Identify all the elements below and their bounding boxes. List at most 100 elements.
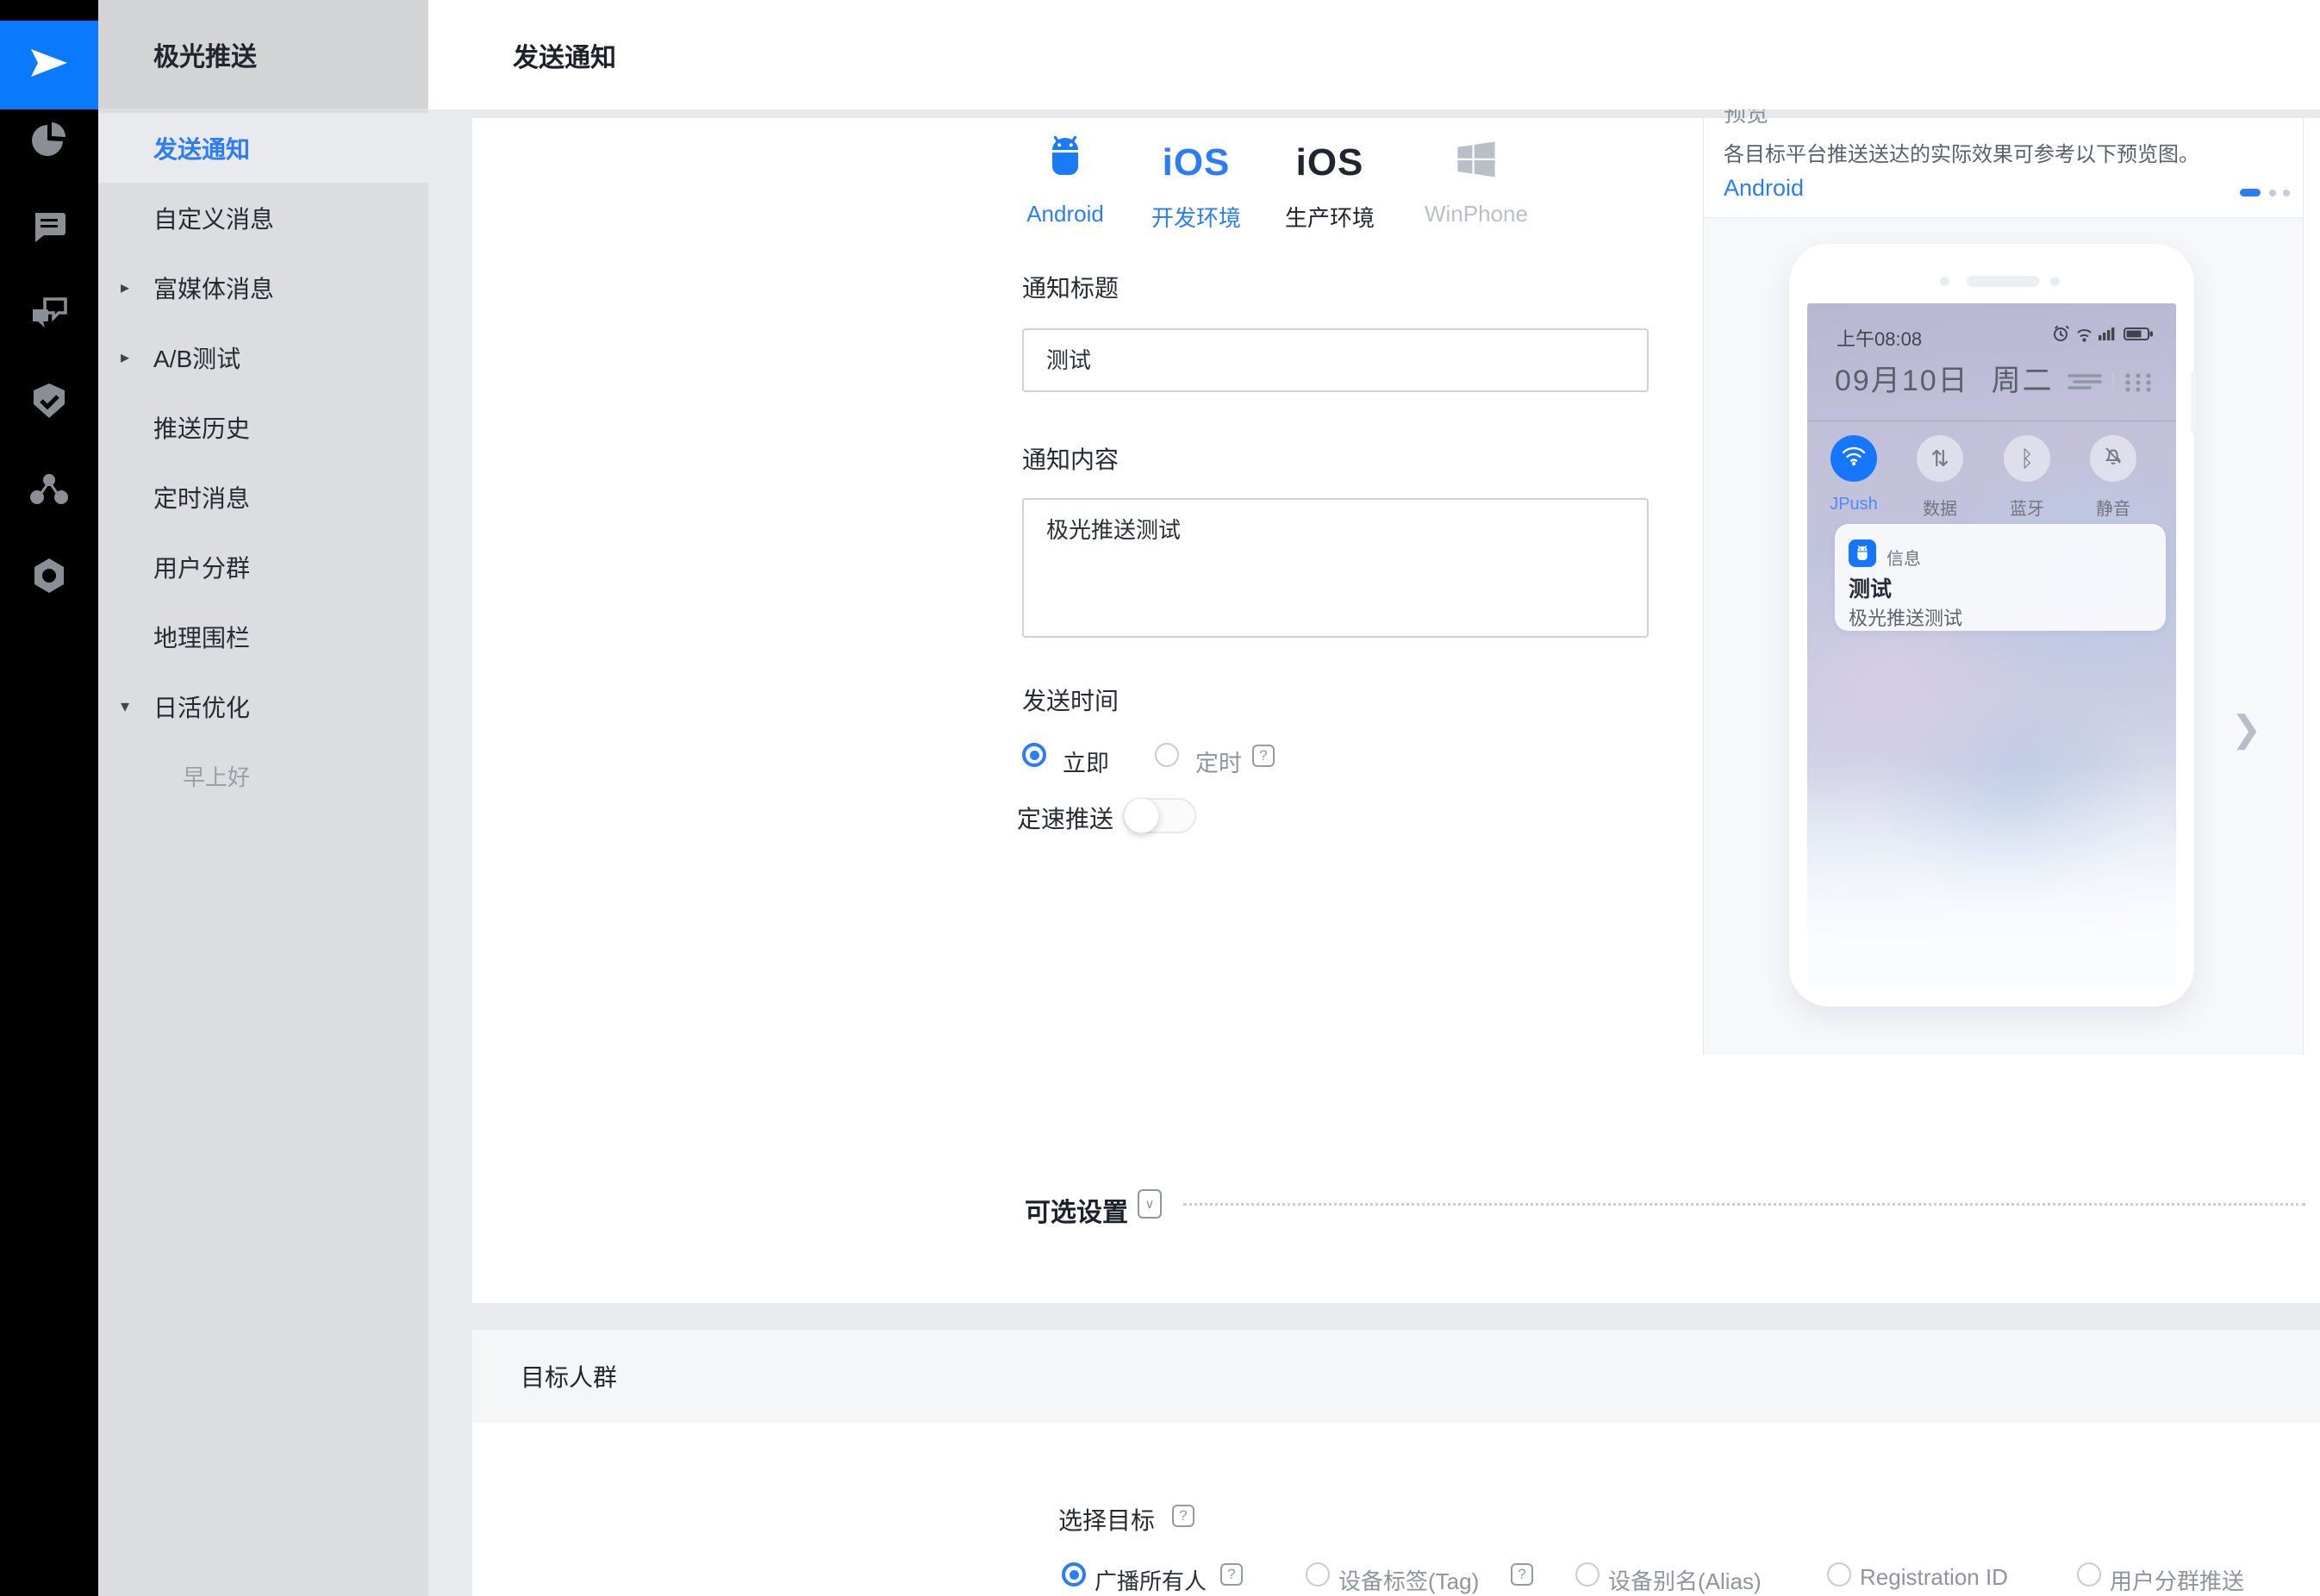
rail-item-im[interactable] bbox=[0, 292, 98, 340]
rail-item-share[interactable] bbox=[0, 466, 98, 514]
help-icon[interactable] bbox=[1511, 1563, 1533, 1586]
notification-app-name: 信息 bbox=[1887, 545, 1921, 570]
radio-broadcast-all[interactable] bbox=[1062, 1562, 1086, 1587]
notification-title-input[interactable]: 测试 bbox=[1022, 328, 1649, 392]
notification-title-value: 测试 bbox=[1046, 347, 1091, 373]
bell-off-icon bbox=[2102, 445, 2124, 473]
dotted-divider bbox=[1183, 1203, 2305, 1206]
weekday-text: 周二 bbox=[1992, 365, 2054, 397]
list-grid-icons bbox=[2064, 369, 2161, 399]
bluetooth-icon: ᛒ bbox=[2020, 446, 2034, 472]
sensor-dot bbox=[2050, 277, 2060, 286]
sidebar-item-scheduled-message[interactable]: 定时消息 bbox=[98, 462, 428, 532]
sidebar-item-label: 早上好 bbox=[183, 760, 250, 792]
rate-push-toggle[interactable] bbox=[1123, 798, 1196, 833]
rail-item-settings[interactable] bbox=[0, 553, 98, 602]
chevron-right-icon: ▸ bbox=[121, 346, 129, 368]
bluetooth-toggle: ᛒ bbox=[2004, 435, 2050, 482]
sidebar-item-user-segment[interactable]: 用户分群 bbox=[98, 532, 428, 602]
toggle-label: JPush bbox=[1811, 495, 1897, 514]
chevron-down-icon[interactable] bbox=[1138, 1189, 1162, 1219]
screen-date: 09月10日周二 bbox=[1835, 357, 2054, 399]
volume-button bbox=[2191, 371, 2196, 433]
jpush-logo[interactable] bbox=[0, 21, 98, 109]
carousel-dot[interactable] bbox=[2283, 190, 2290, 196]
sidebar-item-send-notification[interactable]: 发送通知 bbox=[98, 113, 428, 183]
sidebar-item-label: 地理围栏 bbox=[153, 620, 250, 654]
camera-dot bbox=[1940, 277, 1949, 286]
radio-device-tag[interactable] bbox=[1306, 1562, 1330, 1587]
radio-immediate[interactable] bbox=[1022, 743, 1046, 767]
radio-immediate-label: 立即 bbox=[1063, 745, 1109, 778]
page-header: 发送通知 bbox=[428, 0, 2320, 109]
help-icon[interactable] bbox=[1220, 1563, 1243, 1586]
tab-ios-prod[interactable]: iOS 生产环境 bbox=[1257, 125, 1403, 228]
send-icon bbox=[29, 46, 69, 84]
radio-device-alias[interactable] bbox=[1575, 1562, 1600, 1587]
sidebar-item-label: A/B测试 bbox=[153, 340, 240, 375]
notification-content-input[interactable]: 极光推送测试 bbox=[1022, 498, 1649, 638]
android-app-icon bbox=[1849, 539, 1876, 567]
chevron-down-icon: ▾ bbox=[121, 695, 129, 717]
wifi-icon bbox=[1840, 445, 1868, 473]
mute-toggle bbox=[2090, 435, 2136, 482]
help-icon[interactable] bbox=[1172, 1505, 1194, 1527]
tab-winphone[interactable]: WinPhone bbox=[1403, 125, 1550, 228]
sidebar-item-label: 定时消息 bbox=[153, 480, 250, 514]
sidebar-item-label: 推送历史 bbox=[153, 410, 250, 445]
tab-label: 开发环境 bbox=[1123, 201, 1269, 233]
sidebar-item-label: 富媒体消息 bbox=[153, 271, 274, 305]
jpush-wifi-toggle bbox=[1830, 435, 1877, 482]
rail-item-security[interactable] bbox=[0, 378, 98, 427]
radio-user-segment-push[interactable] bbox=[2077, 1562, 2101, 1587]
windows-icon bbox=[1403, 125, 1550, 182]
data-arrows-icon: ⇅ bbox=[1930, 446, 1949, 472]
notification-card: Android iOS 开发环境 iOS 生产环境 WinPhone 通知标题 bbox=[472, 118, 2320, 1303]
audience-card: 目标人群 选择目标 广播所有人 设备标签(Tag) 设备别名(Alias) Re… bbox=[472, 1330, 2320, 1596]
radio-scheduled-label: 定时 bbox=[1195, 745, 1242, 778]
status-time: 上午08:08 bbox=[1837, 324, 1922, 352]
page-title: 发送通知 bbox=[513, 0, 616, 109]
shield-check-icon bbox=[28, 380, 70, 426]
sidebar-item-label: 自定义消息 bbox=[153, 201, 274, 235]
sidebar-item-rich-media[interactable]: ▸ 富媒体消息 bbox=[98, 252, 428, 322]
carousel-dot[interactable] bbox=[2269, 190, 2276, 196]
tab-label: Android bbox=[992, 201, 1138, 228]
carousel-next-icon[interactable]: ❯ bbox=[2231, 708, 2261, 750]
radio-scheduled[interactable] bbox=[1155, 743, 1179, 767]
phone-mockup: 上午08:08 bbox=[1789, 244, 2194, 1007]
radio-registration-id[interactable] bbox=[1827, 1562, 1851, 1587]
carousel-dash-active[interactable] bbox=[2240, 189, 2261, 196]
sidebar-item-push-history[interactable]: 推送历史 bbox=[98, 392, 428, 462]
ios-text-icon: iOS bbox=[1296, 144, 1364, 182]
date-text: 09月10日 bbox=[1835, 365, 1969, 397]
sidebar-item-geofence[interactable]: 地理围栏 bbox=[98, 602, 428, 671]
sidebar-item-ab-test[interactable]: ▸ A/B测试 bbox=[98, 322, 428, 392]
radio-broadcast-all-label: 广播所有人 bbox=[1095, 1564, 1207, 1596]
tab-ios-dev[interactable]: iOS 开发环境 bbox=[1123, 125, 1269, 228]
app-rail bbox=[0, 0, 98, 1596]
rate-push-label: 定速推送 bbox=[1017, 801, 1113, 835]
preview-description: 各目标平台推送送达的实际效果可参考以下预览图。 bbox=[1724, 137, 2199, 167]
sidebar-item-dau-optimization[interactable]: ▾ 日活优化 bbox=[98, 671, 428, 741]
phone-screen: 上午08:08 bbox=[1807, 303, 2176, 987]
sidebar-item-custom-message[interactable]: 自定义消息 bbox=[98, 183, 428, 252]
chat-bubbles-icon bbox=[28, 296, 71, 338]
android-icon bbox=[992, 125, 1138, 182]
sidebar-item-good-morning[interactable]: 早上好 bbox=[98, 741, 428, 811]
preview-panel: 预览 各目标平台推送送达的实际效果可参考以下预览图。 Android 上 bbox=[1703, 118, 2304, 1055]
speaker-bar bbox=[1967, 276, 2039, 287]
gear-icon bbox=[28, 555, 70, 601]
radio-device-alias-label: 设备别名(Alias) bbox=[1608, 1564, 1762, 1596]
rail-item-push[interactable] bbox=[0, 204, 98, 252]
sidebar-item-label: 日活优化 bbox=[153, 689, 250, 724]
rail-item-stats[interactable] bbox=[0, 117, 98, 165]
share-nodes-icon bbox=[28, 470, 71, 512]
radio-registration-id-label: Registration ID bbox=[1860, 1564, 2008, 1591]
message-icon bbox=[28, 208, 70, 250]
status-icons bbox=[2052, 322, 2155, 349]
tab-android[interactable]: Android bbox=[992, 125, 1138, 228]
ios-text-icon: iOS bbox=[1163, 144, 1231, 182]
preview-platform-link[interactable]: Android bbox=[1724, 175, 1804, 202]
help-icon[interactable] bbox=[1252, 745, 1275, 767]
